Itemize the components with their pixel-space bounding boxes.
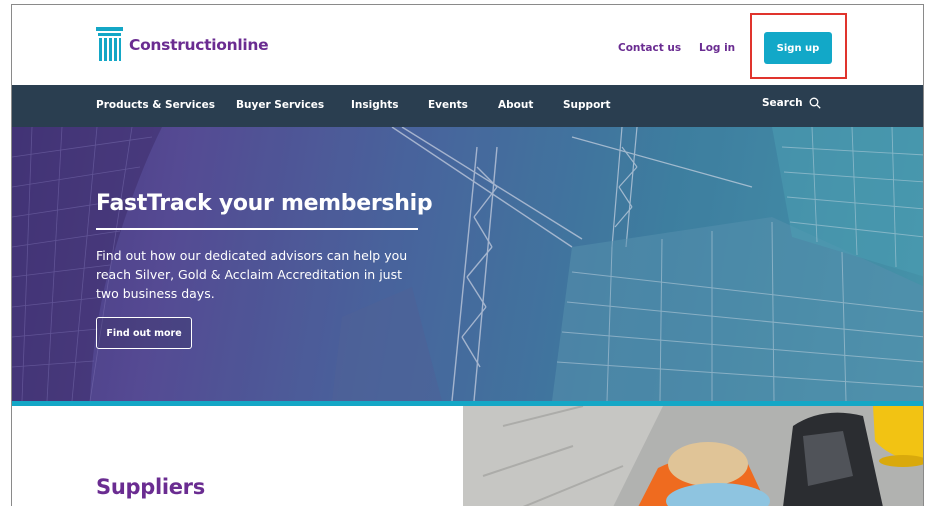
nav-item-insights[interactable]: Insights: [351, 99, 399, 111]
nav-item-products-services[interactable]: Products & Services: [96, 99, 215, 111]
search-icon: [809, 97, 821, 109]
nav-item-support[interactable]: Support: [563, 99, 610, 111]
nav-item-events[interactable]: Events: [428, 99, 468, 111]
logo-pillar-icon: [96, 27, 123, 63]
site-logo[interactable]: Constructionline: [96, 27, 269, 63]
hero-banner: FastTrack your membership Find out how o…: [12, 127, 923, 401]
search-label: Search: [762, 97, 803, 109]
nav-item-about[interactable]: About: [498, 99, 533, 111]
main-nav: Products & Services Buyer Services Insig…: [12, 85, 923, 127]
find-out-more-button[interactable]: Find out more: [96, 317, 192, 349]
hero-description: Find out how our dedicated advisors can …: [96, 248, 408, 301]
workers-photo: [463, 406, 923, 506]
hero-title: FastTrack your membership: [96, 191, 433, 216]
browser-viewport: Constructionline Contact us Log in Sign …: [11, 4, 924, 506]
sign-up-highlight-box: [750, 13, 847, 79]
nav-item-buyer-services[interactable]: Buyer Services: [236, 99, 324, 111]
site-header: Constructionline Contact us Log in Sign …: [12, 5, 923, 85]
suppliers-heading: Suppliers: [96, 475, 205, 499]
hero-title-underline: [96, 228, 418, 230]
search-toggle[interactable]: Search: [762, 97, 821, 109]
log-in-link[interactable]: Log in: [699, 42, 735, 54]
logo-text: Constructionline: [129, 36, 269, 54]
contact-us-link[interactable]: Contact us: [618, 42, 681, 54]
